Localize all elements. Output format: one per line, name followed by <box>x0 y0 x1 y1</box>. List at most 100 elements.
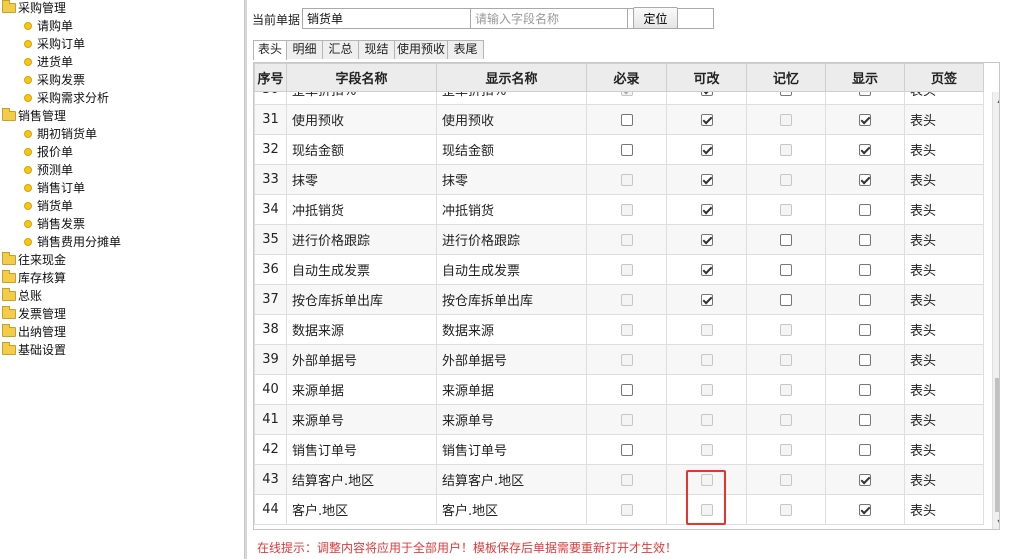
show-checkbox[interactable] <box>859 293 871 306</box>
tree-leaf[interactable]: 进货单 <box>24 53 73 71</box>
show-cell <box>825 104 905 135</box>
show-checkbox[interactable] <box>859 113 871 126</box>
show-cell <box>825 344 905 375</box>
tab-cell: 表头 <box>904 494 984 525</box>
table-row[interactable]: 37 按仓库拆单出库 按仓库拆单出库 表头 <box>254 284 984 315</box>
tree-leaf[interactable]: 采购发票 <box>24 71 85 89</box>
show-checkbox[interactable] <box>859 173 871 186</box>
scrollbar-thumb[interactable] <box>995 378 999 512</box>
tab-3[interactable]: 现结 <box>358 40 395 59</box>
editable-checkbox[interactable] <box>700 263 713 276</box>
editable-checkbox[interactable] <box>700 203 713 216</box>
table-row[interactable]: 42 销售订单号 销售订单号 表头 <box>254 434 984 465</box>
tab-5[interactable]: 表尾 <box>447 40 484 59</box>
tree-leaf[interactable]: 销售订单 <box>24 179 85 197</box>
required-cell <box>586 134 667 165</box>
tree-leaf[interactable]: 采购需求分析 <box>24 89 109 107</box>
memory-checkbox[interactable] <box>780 293 792 306</box>
tab-2[interactable]: 汇总 <box>322 40 359 59</box>
row-number: 43 <box>254 464 287 495</box>
locate-button[interactable]: 定位 <box>633 7 678 29</box>
tree-folder[interactable]: 往来现金 <box>2 251 66 269</box>
table-row[interactable]: 32 现结金额 现结金额 表头 <box>254 134 984 165</box>
tab-1[interactable]: 明细 <box>286 40 323 59</box>
tab-cell: 表头 <box>904 344 984 375</box>
editable-checkbox[interactable] <box>700 143 713 156</box>
show-checkbox[interactable] <box>859 383 871 396</box>
show-checkbox[interactable] <box>859 353 871 366</box>
tree-leaf[interactable]: 采购订单 <box>24 35 85 53</box>
folder-icon <box>2 251 16 265</box>
table-row[interactable]: 44 客户.地区 客户.地区 表头 <box>254 494 984 525</box>
table-row[interactable]: 35 进行价格跟踪 进行价格跟踪 表头 <box>254 224 984 255</box>
tree-leaf[interactable]: 报价单 <box>24 143 73 161</box>
editable-checkbox[interactable] <box>700 173 713 186</box>
show-checkbox[interactable] <box>859 323 871 336</box>
tree-folder[interactable]: 发票管理 <box>2 305 66 323</box>
table-row[interactable]: 43 结算客户.地区 结算客户.地区 表头 <box>254 464 984 495</box>
tree-leaf[interactable]: 销售费用分摊单 <box>24 233 121 251</box>
navigation-tree: 采购管理 请购单 采购订单 进货单 采购发票 采购需求分析 销售管理 期初销货单 报价单 预测单销… <box>0 0 244 559</box>
display-name-cell: 使用预收 <box>436 104 587 135</box>
show-checkbox[interactable] <box>859 233 871 246</box>
required-checkbox[interactable] <box>620 143 633 156</box>
tab-cell: 表头 <box>904 404 984 435</box>
tree-folder[interactable]: 库存核算 <box>2 269 66 287</box>
tab-cell: 表头 <box>904 284 984 315</box>
tree-folder[interactable]: 采购管理 <box>2 0 66 17</box>
show-checkbox[interactable] <box>859 143 871 156</box>
required-checkbox <box>620 353 633 366</box>
bullet-icon <box>24 201 32 210</box>
editable-cell <box>666 164 747 195</box>
show-checkbox[interactable] <box>859 413 871 426</box>
tree-folder[interactable]: 基础设置 <box>2 341 66 359</box>
scroll-up-icon[interactable]: ▲ <box>993 92 999 107</box>
tree-leaf[interactable]: 销售发票 <box>24 215 85 233</box>
editable-checkbox[interactable] <box>700 113 713 126</box>
table-row[interactable]: 33 抹零 抹零 表头 <box>254 164 984 195</box>
field-name-cell: 按仓库拆单出库 <box>286 284 437 315</box>
tree-label: 销售费用分摊单 <box>37 235 122 249</box>
editable-checkbox[interactable] <box>700 293 713 306</box>
table-row[interactable]: 39 外部单据号 外部单据号 表头 <box>254 344 984 375</box>
table-row[interactable]: 40 来源单据 来源单据 表头 <box>254 374 984 405</box>
show-checkbox[interactable] <box>859 263 871 276</box>
show-checkbox[interactable] <box>859 473 871 486</box>
scroll-down-icon[interactable]: ▼ <box>993 515 999 529</box>
tree-folder[interactable]: 总账 <box>2 287 42 305</box>
required-checkbox[interactable] <box>620 443 633 456</box>
memory-checkbox[interactable] <box>780 263 792 276</box>
show-checkbox[interactable] <box>859 203 871 216</box>
tab-0[interactable]: 表头 <box>253 40 287 60</box>
row-number: 37 <box>254 284 287 315</box>
required-checkbox[interactable] <box>620 113 633 126</box>
tree-label: 发票管理 <box>18 307 67 321</box>
display-name-cell: 外部单据号 <box>436 344 587 375</box>
memory-checkbox <box>780 383 792 396</box>
tab-4[interactable]: 使用预收 <box>394 40 448 59</box>
bullet-icon <box>24 129 32 138</box>
show-checkbox[interactable] <box>859 443 871 456</box>
required-checkbox <box>620 233 633 246</box>
table-row[interactable]: 31 使用预收 使用预收 表头 <box>254 104 984 135</box>
tree-leaf[interactable]: 销货单 <box>24 197 73 215</box>
required-cell <box>586 224 667 255</box>
tree-leaf[interactable]: 请购单 <box>24 17 73 35</box>
editable-checkbox[interactable] <box>700 233 713 246</box>
tree-leaf[interactable]: 期初销货单 <box>24 125 97 143</box>
table-row[interactable]: 34 冲抵销货 冲抵销货 表头 <box>254 194 984 225</box>
show-checkbox[interactable] <box>859 503 871 516</box>
tree-folder[interactable]: 出纳管理 <box>2 323 66 341</box>
tree-leaf[interactable]: 预测单 <box>24 161 73 179</box>
required-checkbox <box>620 473 633 486</box>
grid-vertical-scrollbar[interactable]: ▲ ▼ <box>992 92 999 529</box>
tab-cell: 表头 <box>904 134 984 165</box>
required-checkbox[interactable] <box>620 383 633 396</box>
field-search-input[interactable] <box>470 8 628 29</box>
tree-folder[interactable]: 销售管理 <box>2 107 66 125</box>
memory-checkbox[interactable] <box>780 233 792 246</box>
row-number: 44 <box>254 494 287 525</box>
table-row[interactable]: 38 数据来源 数据来源 表头 <box>254 314 984 345</box>
table-row[interactable]: 41 来源单号 来源单号 表头 <box>254 404 984 435</box>
table-row[interactable]: 36 自动生成发票 自动生成发票 表头 <box>254 254 984 285</box>
